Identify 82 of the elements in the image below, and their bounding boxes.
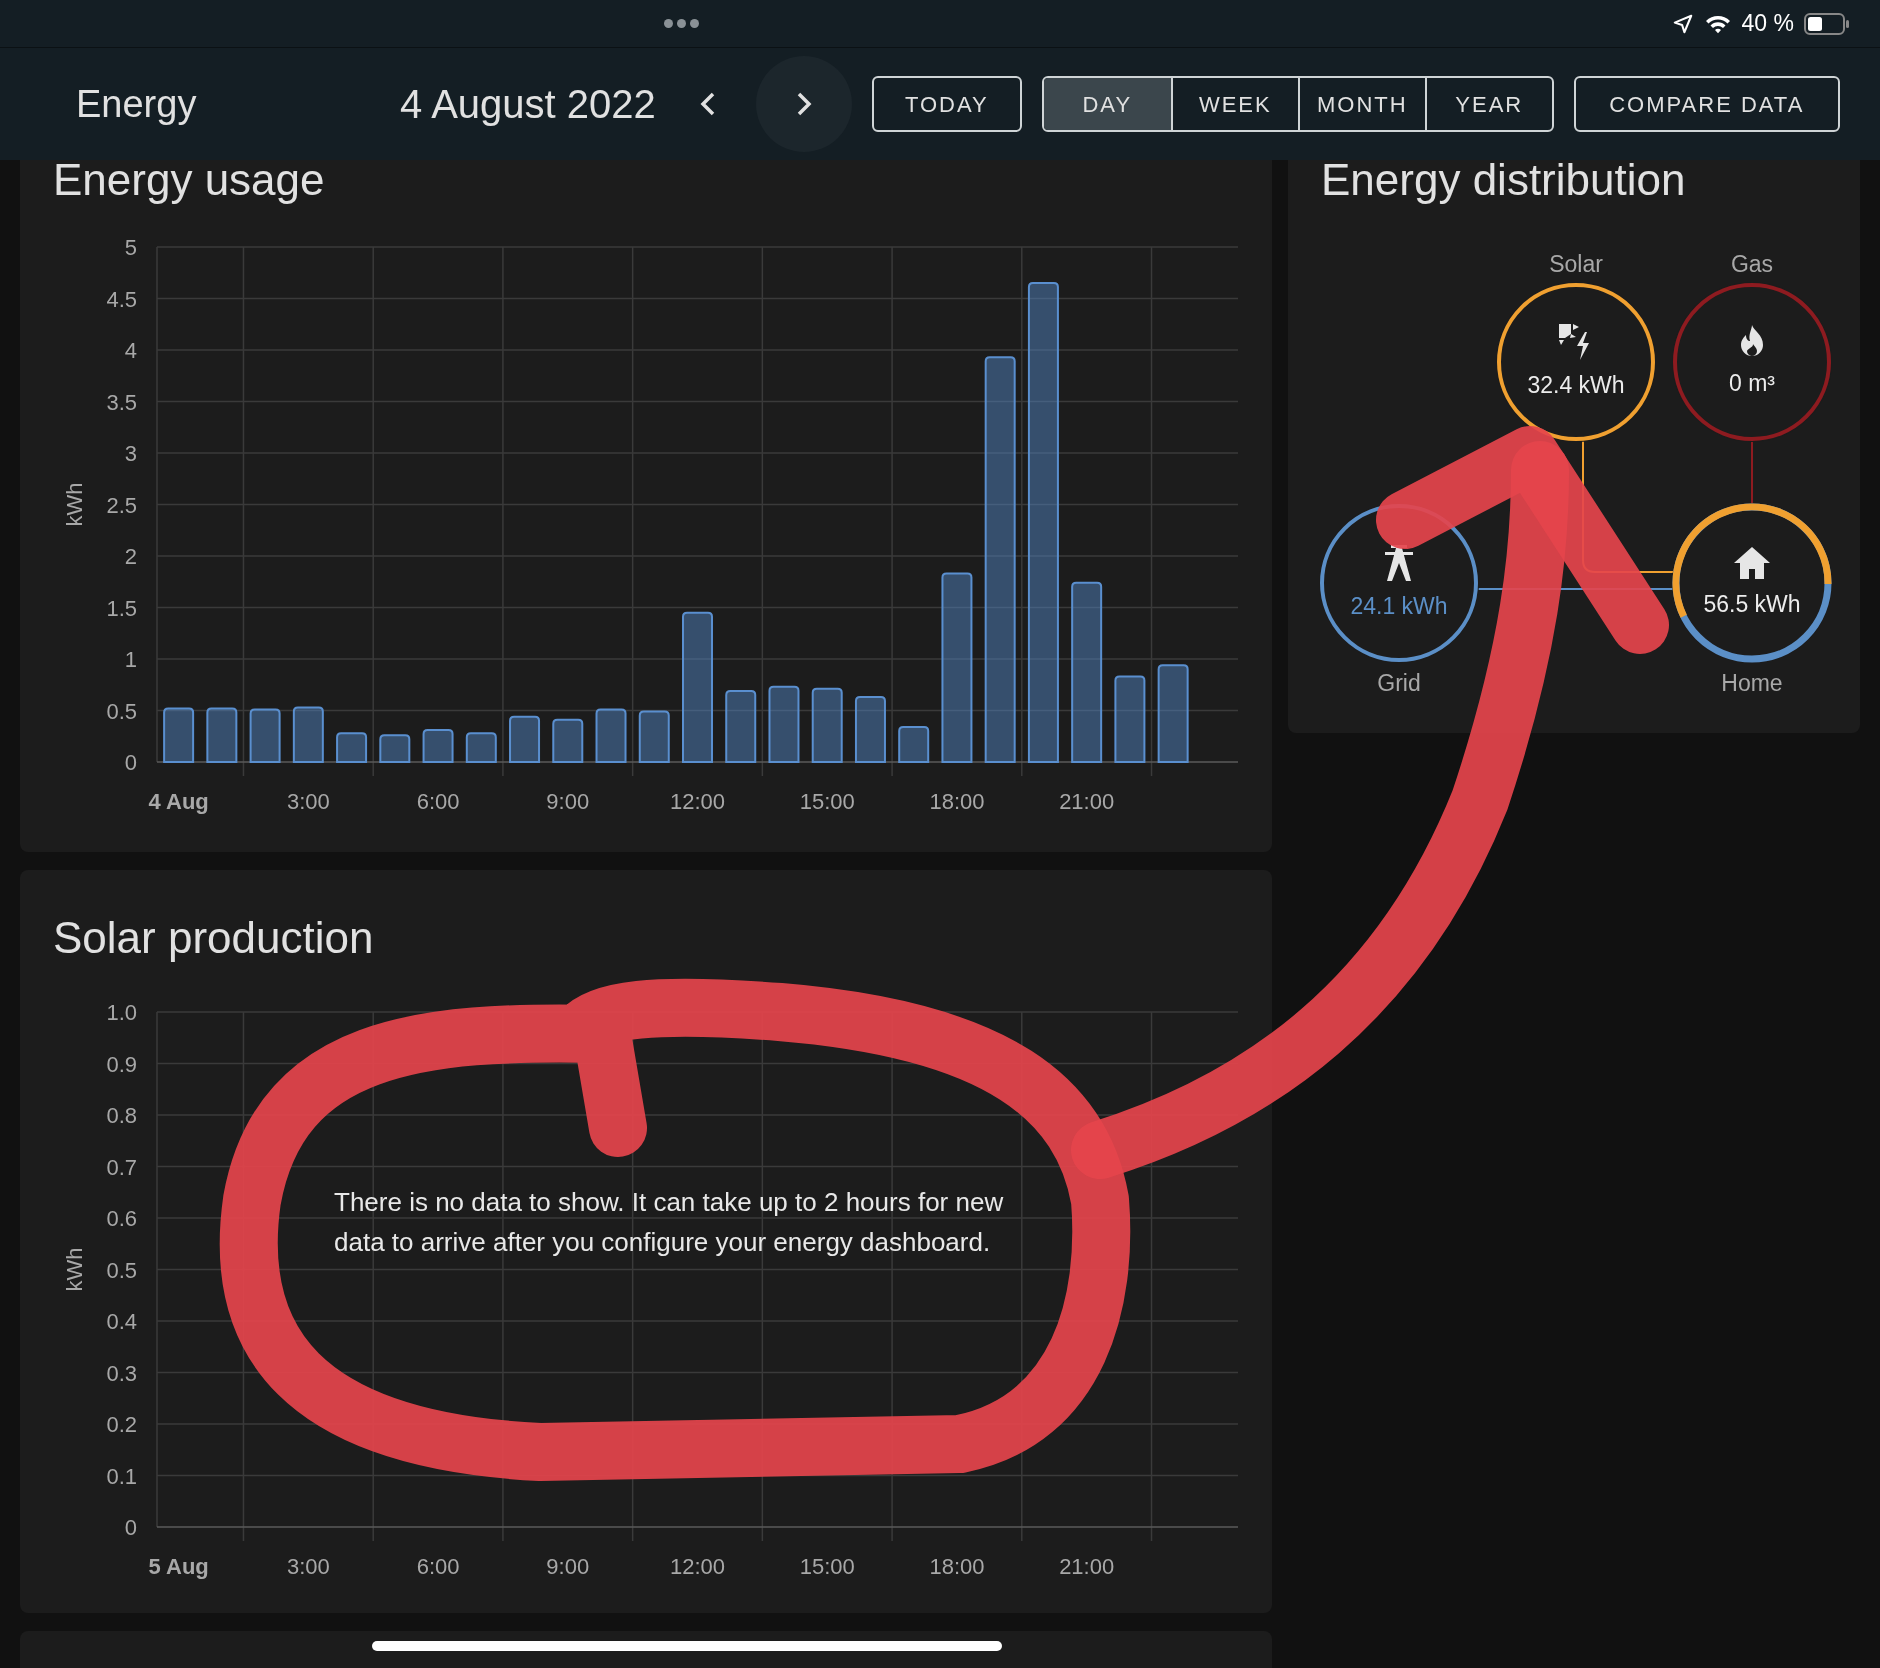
bar: [163, 707, 195, 763]
axis-label: kWh: [62, 482, 87, 527]
period-tab[interactable]: MONTH: [1297, 78, 1425, 130]
node-label: Gas: [1729, 250, 1775, 279]
y-tick-label: 2.5: [106, 492, 137, 518]
y-tick-label: 3: [124, 441, 137, 466]
node-label: Solar: [1548, 250, 1604, 279]
x-tick-label: 12:00: [669, 1554, 726, 1579]
node-value: 24.1 kWh: [1350, 591, 1448, 621]
bar: [379, 734, 411, 763]
node-value: 56.5 kWh: [1703, 589, 1801, 619]
x-tick-label: 9:00: [546, 1554, 590, 1579]
node-label: Home: [1720, 669, 1784, 698]
axis-label: kWh: [62, 1247, 87, 1292]
y-tick-label: 1: [124, 647, 137, 672]
house-icon: [1732, 544, 1772, 581]
y-tick-label: 0.1: [106, 1463, 137, 1489]
x-tick-label: 15:00: [799, 789, 855, 814]
y-tick-label: 5: [124, 235, 137, 260]
y-tick-label: 4: [124, 338, 137, 363]
x-tick-label: 4 Aug: [148, 789, 209, 814]
y-tick-label: 0.5: [106, 1257, 137, 1283]
card-title: Solar production: [52, 912, 375, 964]
y-tick-label: 0.5: [106, 698, 137, 724]
bar: [509, 715, 541, 763]
bar: [422, 729, 454, 763]
no-data-message: There is no data to show. It can take up to 2 hours for new data to arrive after you configure your energy dashboard.: [334, 1186, 1005, 1259]
y-tick-label: 3.5: [106, 389, 137, 415]
compare-data-button[interactable]: COMPARE DATA: [1573, 76, 1840, 132]
x-tick-label: 18:00: [929, 1554, 985, 1579]
chevron-left-icon: [698, 91, 717, 117]
node-value: 32.4 kWh: [1527, 370, 1625, 400]
bar: [595, 708, 627, 763]
bar: [638, 710, 670, 763]
period-tab[interactable]: WEEK: [1170, 78, 1298, 130]
x-tick-label: 5 Aug: [148, 1554, 209, 1579]
y-tick-label: 2: [124, 544, 137, 569]
battery-percentage: 40 %: [1741, 9, 1794, 39]
location-arrow-icon: [1671, 12, 1694, 35]
x-tick-label: 18:00: [929, 789, 985, 814]
x-tick-label: 12:00: [669, 789, 726, 814]
y-tick-label: 1.5: [106, 595, 137, 621]
x-tick-label: 9:00: [546, 789, 590, 814]
solar-node[interactable]: 32.4 kWh: [1496, 282, 1656, 442]
gas-node[interactable]: 0 m³: [1672, 282, 1832, 442]
x-tick-label: 21:00: [1059, 1554, 1115, 1579]
x-tick-label: 6:00: [416, 789, 460, 814]
y-tick-label: 0: [124, 750, 137, 775]
bar: [465, 732, 497, 763]
bar: [336, 732, 368, 763]
y-tick-label: 1.0: [106, 1000, 137, 1025]
x-tick-label: 15:00: [799, 1554, 855, 1579]
bar: [206, 707, 238, 763]
bar: [898, 726, 930, 763]
home-node[interactable]: 56.5 kWh: [1672, 503, 1832, 663]
bar: [292, 706, 324, 763]
date-label: 4 August 2022: [400, 81, 656, 128]
y-tick-label: 0.6: [106, 1206, 137, 1231]
page-title: Energy: [76, 81, 198, 127]
x-tick-label: 6:00: [416, 1554, 460, 1579]
x-tick-label: 21:00: [1059, 789, 1115, 814]
y-tick-label: 0.8: [106, 1103, 137, 1128]
y-tick-label: 0.9: [106, 1051, 137, 1077]
x-tick-label: 3:00: [286, 789, 330, 814]
x-tick-label: 3:00: [286, 1554, 330, 1579]
y-tick-label: 0.7: [106, 1154, 137, 1180]
bar: [249, 708, 281, 763]
y-tick-label: 0.2: [106, 1412, 137, 1437]
more-dots-icon[interactable]: [664, 19, 699, 28]
gas-connector: [1751, 440, 1753, 506]
battery-icon: [1804, 12, 1850, 35]
y-tick-label: 0: [124, 1515, 137, 1540]
node-value: 0 m³: [1729, 368, 1775, 398]
bar: [552, 718, 584, 763]
period-tab[interactable]: YEAR: [1424, 78, 1552, 130]
y-tick-label: 0.4: [106, 1309, 137, 1334]
node-label: Grid: [1376, 669, 1422, 698]
y-tick-label: 0.3: [106, 1360, 137, 1386]
y-tick-label: 4.5: [106, 286, 137, 312]
bar: [854, 696, 886, 763]
today-button[interactable]: TODAY: [871, 76, 1022, 132]
period-tab[interactable]: DAY: [1043, 78, 1171, 130]
